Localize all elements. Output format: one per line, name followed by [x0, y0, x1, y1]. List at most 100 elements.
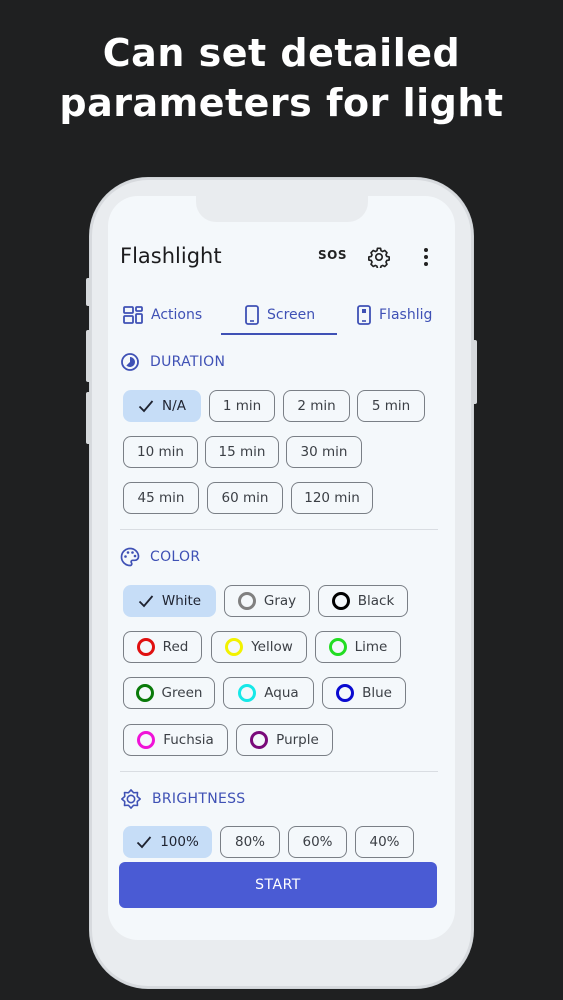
duration-chip-15min[interactable]: 15 min — [205, 436, 279, 468]
duration-chip-30min[interactable]: 30 min — [286, 436, 362, 468]
color-chip-lime[interactable]: Lime — [315, 631, 401, 663]
duration-chip-na[interactable]: N/A — [123, 390, 201, 422]
tab-screen[interactable]: Screen — [245, 296, 315, 334]
brightness-chip-40[interactable]: 40% — [355, 826, 414, 858]
color-swatch-icon — [336, 684, 355, 702]
color-chip-purple[interactable]: Purple — [236, 724, 333, 756]
color-chip-green[interactable]: Green — [123, 677, 215, 709]
color-swatch-icon — [328, 638, 347, 656]
duration-chip-45min[interactable]: 45 min — [123, 482, 199, 514]
chip-label: 15 min — [218, 444, 266, 460]
chip-label: 100% — [160, 834, 199, 850]
tab-label: Flashlig — [379, 307, 433, 323]
duration-chip-1min[interactable]: 1 min — [209, 390, 275, 422]
phone-flash-icon — [357, 305, 371, 325]
start-button[interactable]: START — [119, 862, 437, 908]
color-swatch-icon — [331, 592, 350, 610]
phone-notch — [196, 196, 368, 222]
app-title: Flashlight — [120, 244, 222, 268]
chip-label: Green — [161, 685, 203, 701]
color-section-header: COLOR — [120, 547, 200, 567]
color-swatch-icon — [136, 638, 155, 656]
settings-button[interactable] — [368, 246, 390, 270]
chip-label: 40% — [369, 834, 400, 850]
chip-label: Yellow — [251, 639, 293, 655]
tab-label: Actions — [151, 307, 203, 323]
color-chip-fuchsia[interactable]: Fuchsia — [123, 724, 228, 756]
chip-label: Purple — [276, 732, 319, 748]
duration-section-header: DURATION — [120, 352, 225, 372]
brightness-title: BRIGHTNESS — [152, 791, 246, 807]
app-screen: Flashlight SOS Actions Screen Flashlig D… — [108, 196, 455, 940]
color-chip-blue[interactable]: Blue — [322, 677, 406, 709]
section-divider — [120, 529, 438, 530]
brightness-chip-100[interactable]: 100% — [123, 826, 212, 858]
brightness-icon — [121, 789, 141, 809]
color-chip-red[interactable]: Red — [123, 631, 202, 663]
tab-label: Screen — [267, 307, 316, 323]
more-vert-icon — [424, 248, 428, 266]
color-swatch-icon — [225, 638, 244, 656]
headline-line-2: parameters for light — [59, 81, 504, 125]
chip-label: Red — [162, 639, 189, 655]
phone-side-button — [86, 330, 91, 382]
brightness-chip-60[interactable]: 60% — [288, 826, 347, 858]
chip-label: 60 min — [221, 490, 269, 506]
color-chip-white[interactable]: White — [123, 585, 216, 617]
headline-line-1: Can set detailed — [102, 31, 461, 75]
color-swatch-icon — [137, 731, 156, 749]
color-swatch-icon — [135, 684, 154, 702]
duration-title: DURATION — [150, 354, 226, 370]
check-icon — [138, 595, 154, 608]
sos-button[interactable]: SOS — [318, 248, 347, 262]
phone-side-button — [472, 340, 477, 404]
tab-actions[interactable]: Actions — [123, 296, 202, 334]
brightness-chip-80[interactable]: 80% — [220, 826, 280, 858]
chip-label: Lime — [354, 639, 388, 655]
chip-label: Gray — [263, 593, 297, 609]
duration-chip-60min[interactable]: 60 min — [207, 482, 283, 514]
section-divider — [120, 771, 438, 772]
promo-headline: Can set detailed parameters for light — [0, 28, 563, 128]
chip-label: Aqua — [264, 685, 299, 701]
chip-label: 30 min — [300, 444, 348, 460]
brightness-section-header: BRIGHTNESS — [120, 788, 245, 810]
duration-chip-2min[interactable]: 2 min — [283, 390, 350, 422]
tab-bar: Actions Screen Flashlig — [108, 296, 455, 334]
chip-label: 5 min — [371, 398, 411, 414]
chip-label: Blue — [362, 685, 392, 701]
color-chip-yellow[interactable]: Yellow — [211, 631, 307, 663]
tab-flashlight[interactable]: Flashlig — [357, 296, 432, 334]
color-chip-gray[interactable]: Gray — [224, 585, 310, 617]
chip-label: N/A — [162, 398, 186, 414]
more-options-button[interactable] — [416, 246, 436, 268]
tab-indicator — [221, 333, 337, 335]
timelapse-icon — [121, 353, 139, 371]
color-swatch-icon — [238, 684, 257, 702]
chip-label: 120 min — [304, 490, 360, 506]
phone-side-button — [86, 278, 91, 306]
chip-label: 10 min — [137, 444, 184, 460]
duration-chip-120min[interactable]: 120 min — [291, 482, 373, 514]
color-chip-aqua[interactable]: Aqua — [223, 677, 314, 709]
gear-icon — [368, 247, 390, 270]
color-swatch-icon — [250, 731, 269, 749]
chip-label: 1 min — [222, 398, 262, 414]
duration-chip-10min[interactable]: 10 min — [123, 436, 198, 468]
color-chip-black[interactable]: Black — [318, 585, 408, 617]
color-title: COLOR — [150, 549, 201, 565]
palette-icon — [120, 547, 140, 567]
chip-label: Fuchsia — [163, 732, 214, 748]
duration-chip-5min[interactable]: 5 min — [357, 390, 425, 422]
chip-label: Black — [357, 593, 395, 609]
chip-label: 45 min — [137, 490, 185, 506]
phone-icon — [245, 305, 259, 325]
chip-label: 60% — [302, 834, 333, 850]
chip-label: 2 min — [297, 398, 336, 414]
chip-label: 80% — [234, 834, 265, 850]
color-swatch-icon — [237, 592, 256, 610]
dashboard-icon — [123, 306, 143, 324]
chip-label: White — [161, 593, 202, 609]
check-icon — [138, 400, 154, 413]
check-icon — [137, 836, 152, 849]
